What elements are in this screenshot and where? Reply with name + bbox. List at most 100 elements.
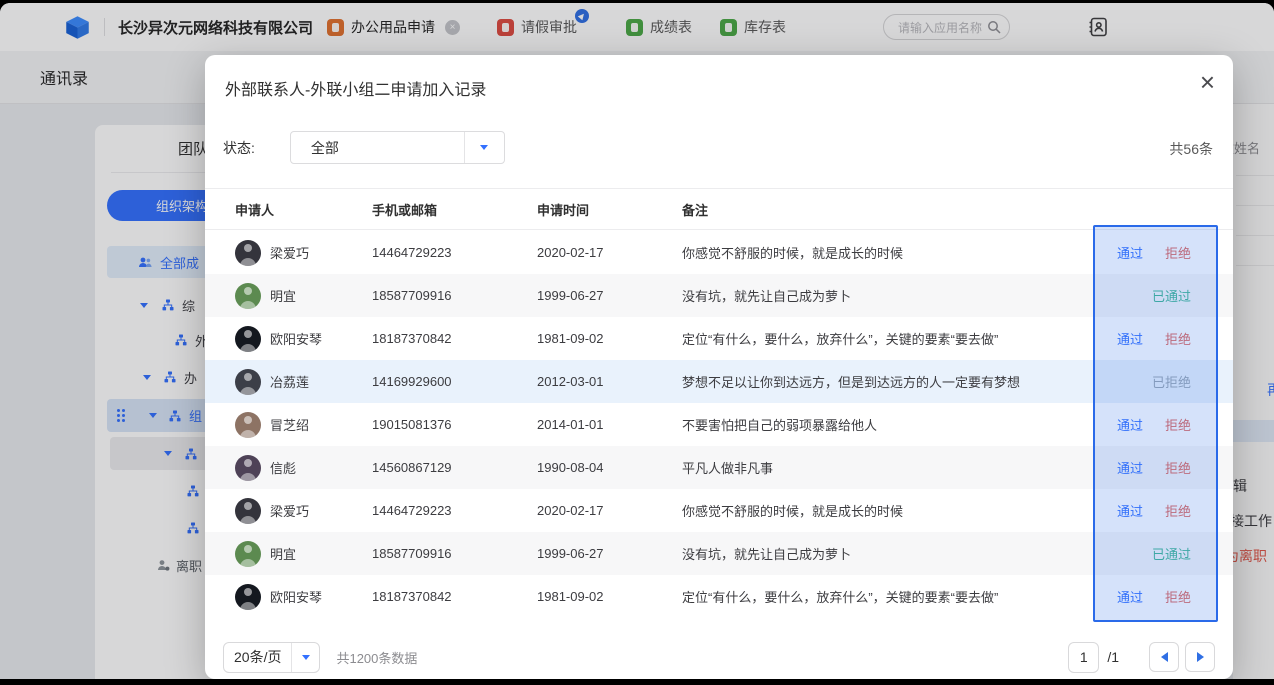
grade-sheet-icon [626, 19, 643, 36]
applicant-avatar [235, 541, 261, 567]
page-title: 通讯录 [40, 65, 88, 89]
org-icon [175, 334, 187, 346]
org-icon [162, 299, 174, 311]
remark-cell: 没有坑，就先让自己成为萝卜 [682, 286, 1065, 305]
drag-handle-icon[interactable] [117, 409, 120, 412]
status-text: 已拒绝 [1152, 372, 1191, 391]
applicant-avatar [235, 498, 261, 524]
reject-button[interactable]: 拒绝 [1165, 415, 1191, 434]
chevron-down-icon[interactable] [140, 303, 148, 308]
page-number-input[interactable]: 1 [1068, 642, 1099, 673]
reject-button[interactable]: 拒绝 [1165, 243, 1191, 262]
applicant-cell: 明宜 [235, 541, 372, 567]
tab-label: 库存表 [744, 17, 786, 37]
close-tab-icon[interactable]: × [445, 20, 460, 35]
org-icon [187, 485, 199, 497]
tree-item-label: 综 [182, 296, 195, 315]
approve-button[interactable]: 通过 [1117, 329, 1143, 348]
approve-button[interactable]: 通过 [1117, 415, 1143, 434]
contact-cell: 19015081376 [372, 417, 537, 432]
table-row[interactable]: 梁爱巧 14464729223 2020-02-17 你感觉不舒服的时候，就是成… [205, 489, 1233, 532]
tab-inventory-sheet[interactable]: 库存表 [720, 3, 786, 51]
table-row[interactable]: 明宜 18587709916 1999-06-27 没有坑，就先让自己成为萝卜 … [205, 532, 1233, 575]
table-row[interactable]: 明宜 18587709916 1999-06-27 没有坑，就先让自己成为萝卜 … [205, 274, 1233, 317]
status-filter-label: 状态: [223, 138, 255, 158]
modal-title: 外部联系人-外联小组二申请加入记录 [225, 76, 486, 100]
tab-office-supplies[interactable]: 办公用品申请 × [327, 3, 460, 51]
applicant-name: 明宜 [270, 544, 296, 563]
background-divider [1236, 175, 1274, 176]
chevron-down-icon[interactable] [149, 413, 157, 418]
action-cell: 已拒绝 [1065, 372, 1215, 391]
tab-label: 成绩表 [650, 17, 692, 37]
table-body: 梁爱巧 14464729223 2020-02-17 你感觉不舒服的时候，就是成… [205, 231, 1233, 618]
applicant-name: 信彪 [270, 458, 296, 477]
pinned-badge-icon [575, 9, 589, 23]
tab-leave-approval[interactable]: 请假审批 [497, 3, 577, 51]
action-cell: 通过 拒绝 [1065, 501, 1215, 520]
app-window: 长沙异次元网络科技有限公司 办公用品申请 × 请假审批 成绩表 库存表 请输入应… [0, 3, 1274, 679]
chevron-down-icon[interactable] [143, 375, 151, 380]
column-remark: 备注 [682, 200, 1065, 219]
next-page-button[interactable] [1185, 642, 1215, 672]
table-row[interactable]: 欧阳安琴 18187370842 1981-09-02 定位“有什么，要什么，放… [205, 317, 1233, 360]
topbar-divider [104, 18, 105, 36]
approve-button[interactable]: 通过 [1117, 458, 1143, 477]
column-contact: 手机或邮箱 [372, 200, 537, 219]
status-filter-row: 状态: 全部 [223, 131, 505, 164]
applicant-name: 冒芝绍 [270, 415, 309, 434]
applicant-name: 欧阳安琴 [270, 329, 322, 348]
address-book-icon[interactable] [1087, 16, 1109, 38]
status-text: 已通过 [1152, 286, 1191, 305]
reject-button[interactable]: 拒绝 [1165, 458, 1191, 477]
members-icon [138, 256, 152, 268]
background-highlight-strip [1233, 420, 1274, 442]
applicant-cell: 信彪 [235, 455, 372, 481]
office-supplies-icon [327, 19, 344, 36]
background-text-fragment: 再 [1267, 380, 1274, 400]
app-logo-icon[interactable] [64, 14, 91, 41]
total-count: 共56条 [1169, 139, 1213, 159]
page-size-arrow-segment[interactable] [291, 643, 319, 672]
tab-label: 办公用品申请 [351, 17, 435, 37]
modal-close-icon[interactable]: × [1200, 69, 1215, 95]
table-row[interactable]: 信彪 14560867129 1990-08-04 平凡人做非凡事 通过 拒绝 [205, 446, 1233, 489]
chevron-left-icon [1161, 652, 1168, 662]
status-filter-select[interactable]: 全部 [290, 131, 505, 164]
select-arrow-segment[interactable] [464, 132, 504, 163]
org-icon [164, 371, 176, 383]
approve-button[interactable]: 通过 [1117, 587, 1143, 606]
company-name[interactable]: 长沙异次元网络科技有限公司 [118, 17, 313, 38]
remark-cell: 不要害怕把自己的弱项暴露给他人 [682, 415, 1065, 434]
approve-button[interactable]: 通过 [1117, 501, 1143, 520]
approve-button[interactable]: 通过 [1117, 243, 1143, 262]
date-cell: 2012-03-01 [537, 374, 682, 389]
reject-button[interactable]: 拒绝 [1165, 587, 1191, 606]
page-size-select[interactable]: 20条/页 [223, 642, 320, 673]
remark-cell: 你感觉不舒服的时候，就是成长的时候 [682, 243, 1065, 262]
action-cell: 已通过 [1065, 544, 1215, 563]
background-divider [1236, 265, 1274, 266]
background-divider [1236, 235, 1274, 236]
chevron-down-icon[interactable] [164, 451, 172, 456]
app-search-input[interactable]: 请输入应用名称 [883, 14, 1010, 40]
applicant-name: 梁爱巧 [270, 501, 309, 520]
table-row[interactable]: 冒芝绍 19015081376 2014-01-01 不要害怕把自己的弱项暴露给… [205, 403, 1233, 446]
resigned-person-icon [156, 559, 170, 571]
tab-label: 请假审批 [521, 17, 577, 37]
table-row[interactable]: 梁爱巧 14464729223 2020-02-17 你感觉不舒服的时候，就是成… [205, 231, 1233, 274]
column-applicant: 申请人 [235, 200, 372, 219]
date-cell: 2020-02-17 [537, 245, 682, 260]
page-total-label: /1 [1107, 649, 1119, 665]
action-cell: 通过 拒绝 [1065, 458, 1215, 477]
reject-button[interactable]: 拒绝 [1165, 329, 1191, 348]
reject-button[interactable]: 拒绝 [1165, 501, 1191, 520]
action-cell: 通过 拒绝 [1065, 243, 1215, 262]
table-row[interactable]: 欧阳安琴 18187370842 1981-09-02 定位“有什么，要什么，放… [205, 575, 1233, 618]
org-icon [185, 448, 197, 460]
prev-page-button[interactable] [1149, 642, 1179, 672]
search-placeholder: 请输入应用名称 [898, 19, 987, 36]
applicant-avatar [235, 584, 261, 610]
table-row[interactable]: 冶荔莲 14169929600 2012-03-01 梦想不足以让你到达远方，但… [205, 360, 1233, 403]
tab-grade-sheet[interactable]: 成绩表 [626, 3, 692, 51]
